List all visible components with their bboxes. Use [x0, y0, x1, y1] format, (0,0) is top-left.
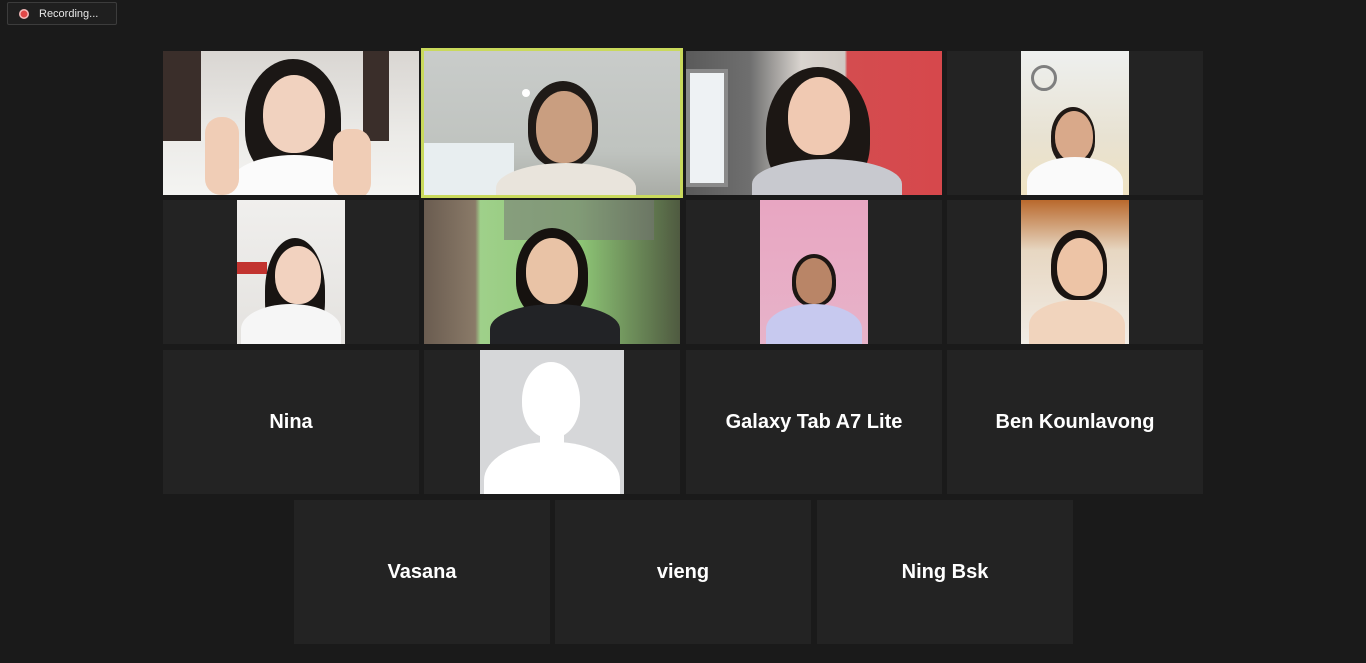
recording-indicator[interactable]: Recording... — [7, 2, 117, 25]
person-body — [490, 304, 620, 344]
person-head — [526, 238, 578, 304]
window — [686, 69, 728, 187]
participant-video — [237, 200, 345, 344]
participant-tile-name[interactable]: Nina — [163, 350, 419, 494]
participant-video — [424, 200, 680, 344]
person-head — [263, 75, 325, 153]
person-head — [275, 246, 321, 304]
curtain — [363, 51, 389, 141]
participant-tile-video-speaking[interactable] — [421, 48, 683, 198]
participant-video — [424, 51, 680, 195]
participant-video — [163, 51, 419, 195]
ceiling-light — [522, 89, 530, 97]
participant-name: Ning Bsk — [901, 560, 989, 583]
participant-tile-avatar[interactable] — [424, 350, 680, 494]
participant-tile-video[interactable] — [686, 200, 942, 344]
participant-video — [760, 200, 868, 344]
participant-tile-name[interactable]: Ben Kounlavong — [947, 350, 1203, 494]
participant-name: Nina — [269, 410, 313, 433]
participant-tile-video[interactable] — [947, 51, 1203, 195]
participant-tile-video[interactable] — [424, 200, 680, 344]
person-body — [496, 163, 636, 195]
vent-wall — [504, 200, 654, 240]
participant-video — [686, 51, 942, 195]
participant-tile-video[interactable] — [163, 51, 419, 195]
participant-tile-name[interactable]: Vasana — [294, 500, 550, 644]
participant-name: vieng — [656, 560, 710, 583]
participant-tile-video[interactable] — [686, 51, 942, 195]
participant-tile-name[interactable]: Galaxy Tab A7 Lite — [686, 350, 942, 494]
person-body — [1027, 157, 1123, 195]
person-body — [241, 304, 341, 344]
recording-icon — [19, 8, 29, 19]
recording-label: Recording... — [39, 7, 99, 20]
default-avatar-icon — [480, 350, 624, 494]
person-head — [788, 77, 850, 155]
participant-tile-video[interactable] — [163, 200, 419, 344]
participant-tile-video[interactable] — [947, 200, 1203, 344]
participant-tile-name[interactable]: vieng — [555, 500, 811, 644]
person-body — [766, 304, 862, 344]
person-head — [1057, 238, 1103, 296]
person-head — [796, 258, 832, 304]
participant-name: Galaxy Tab A7 Lite — [725, 410, 903, 433]
participant-tile-name[interactable]: Ning Bsk — [817, 500, 1073, 644]
hand — [205, 117, 239, 195]
person-head — [536, 91, 592, 163]
person-body — [1029, 300, 1125, 344]
participant-name: Ben Kounlavong — [995, 410, 1155, 433]
participant-video — [1021, 200, 1129, 344]
hand — [333, 129, 371, 195]
person-head — [1055, 111, 1093, 161]
red-shelf — [237, 262, 267, 274]
curtain — [163, 51, 201, 141]
participant-name: Vasana — [387, 560, 457, 583]
wall-fan — [1031, 65, 1057, 91]
participant-video — [1021, 51, 1129, 195]
